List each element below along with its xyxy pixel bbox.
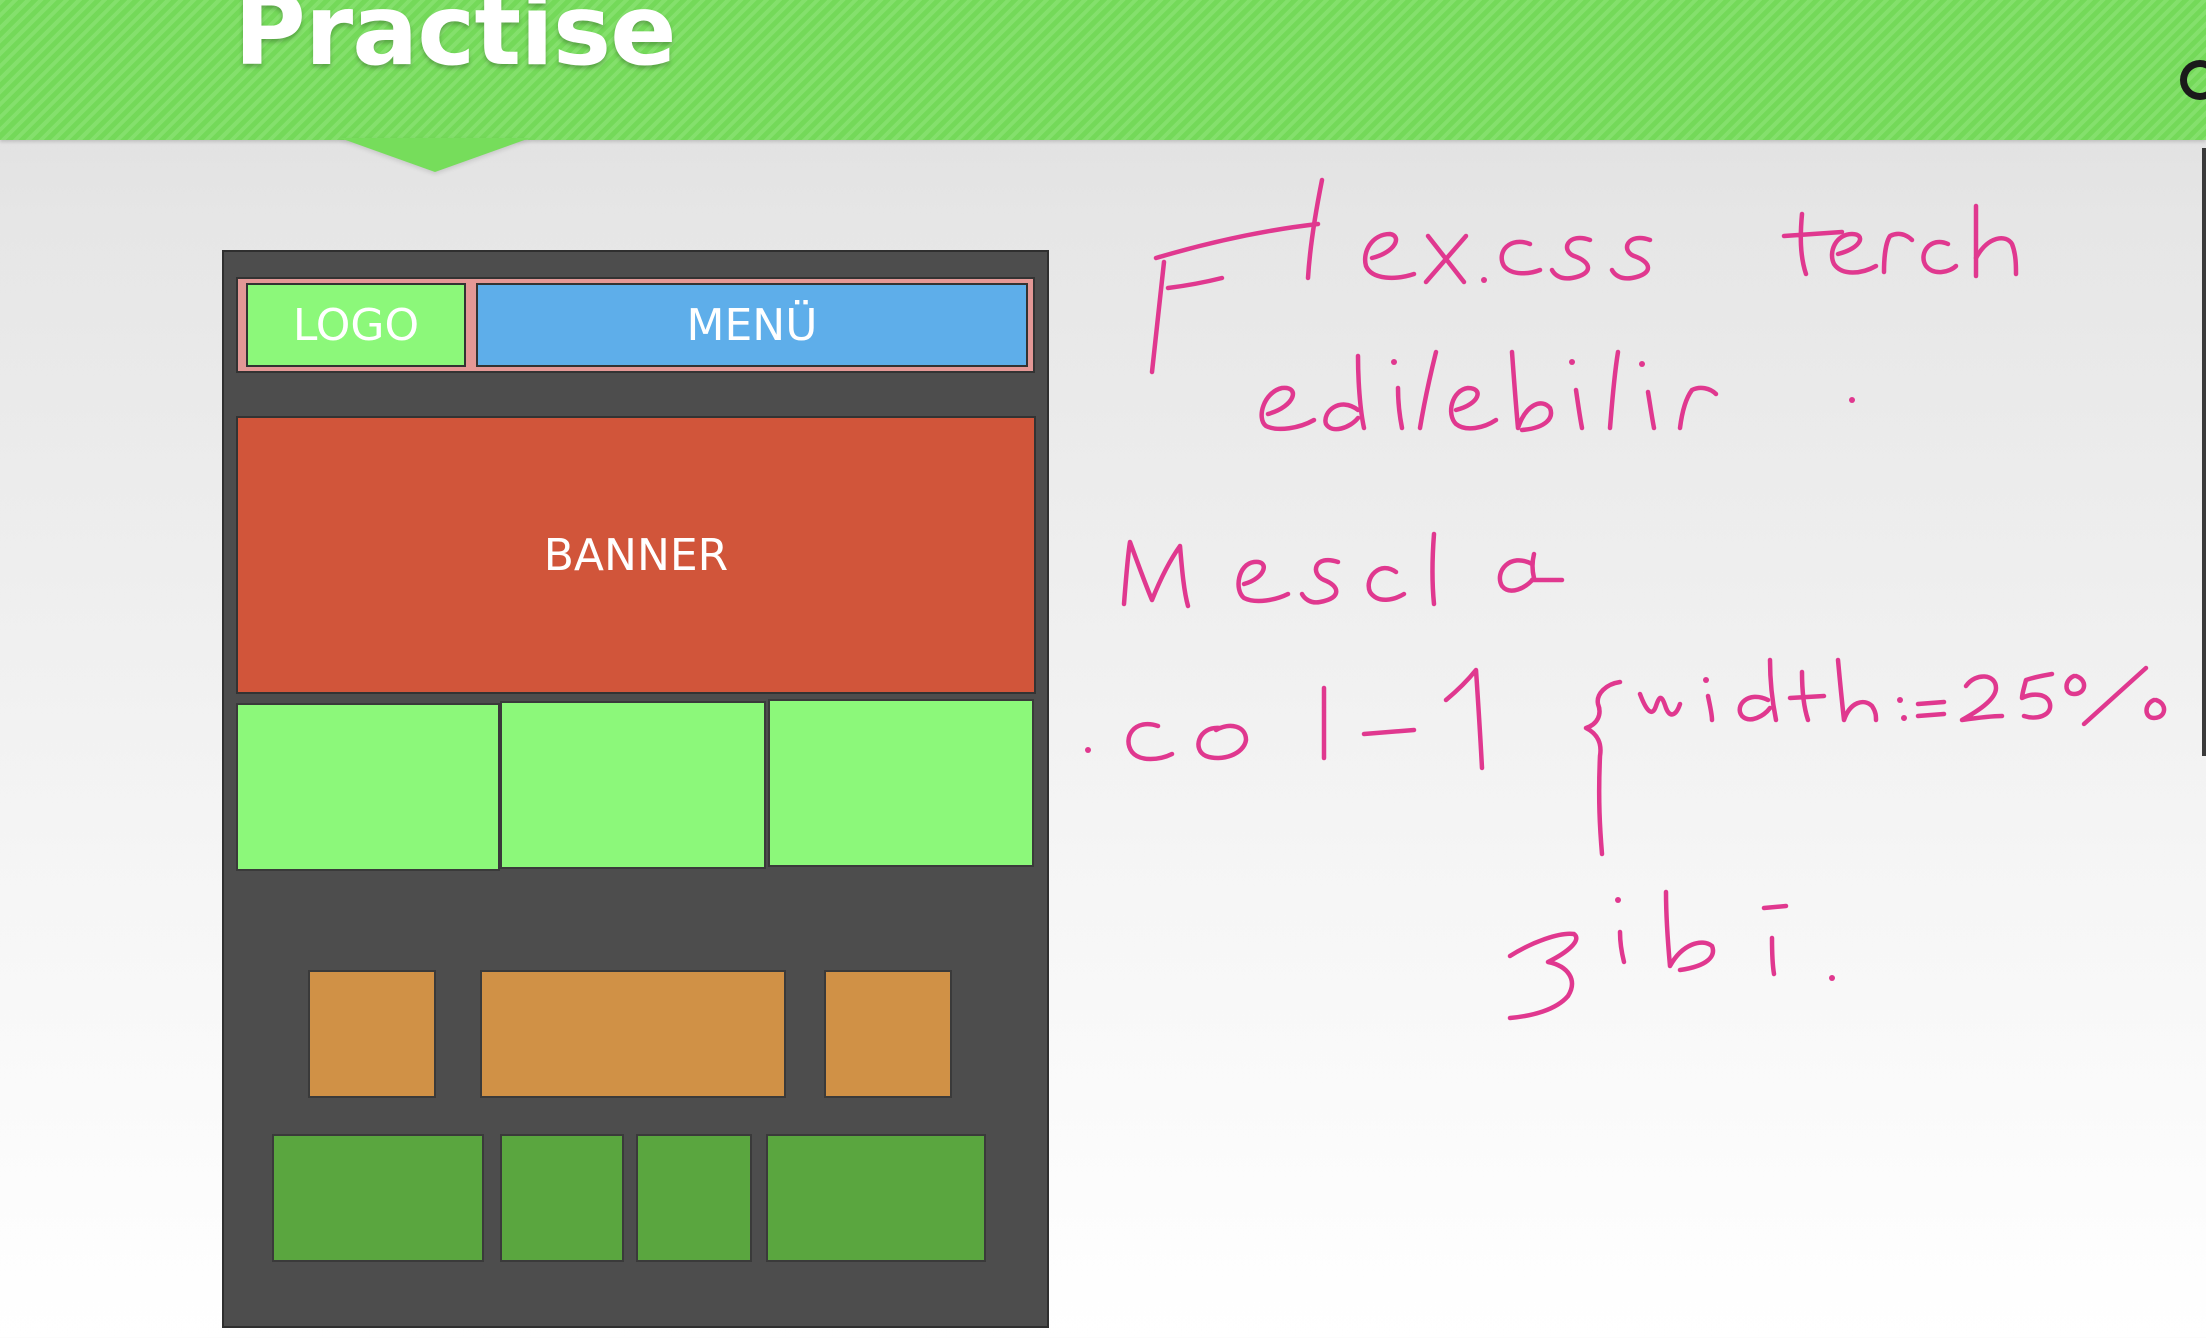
logo-label: LOGO	[292, 299, 420, 351]
header-pointer	[340, 138, 530, 172]
handwriting-line-2	[1259, 349, 1855, 433]
layout-mockup: LOGO MENÜ BANNER	[222, 250, 1049, 1328]
orange-box-1	[308, 970, 436, 1098]
slide-header-bar: Practise	[0, 0, 2206, 140]
dark-green-box-3	[636, 1134, 752, 1262]
handwriting-line-4	[1085, 657, 2167, 857]
handwriting-line-1	[1149, 177, 2019, 375]
column-box-3	[768, 699, 1034, 867]
orange-box-3	[824, 970, 952, 1098]
handwriting-line-5	[1507, 889, 1835, 1021]
dark-green-box-4	[766, 1134, 986, 1262]
column-box-2	[500, 701, 766, 869]
slide-title: Practise	[234, 0, 677, 88]
banner-box: BANNER	[236, 416, 1036, 694]
orange-box-2	[480, 970, 786, 1098]
menu-label: MENÜ	[686, 299, 818, 351]
banner-label: BANNER	[543, 529, 729, 581]
menu-box: MENÜ	[476, 283, 1028, 367]
column-box-1	[236, 703, 500, 871]
dark-green-box-2	[500, 1134, 624, 1262]
partial-logo-icon	[2180, 60, 2206, 100]
handwriting-line-3	[1121, 531, 1565, 609]
dark-green-box-1	[272, 1134, 484, 1262]
right-edge-divider	[2202, 148, 2206, 756]
logo-box: LOGO	[246, 283, 466, 367]
